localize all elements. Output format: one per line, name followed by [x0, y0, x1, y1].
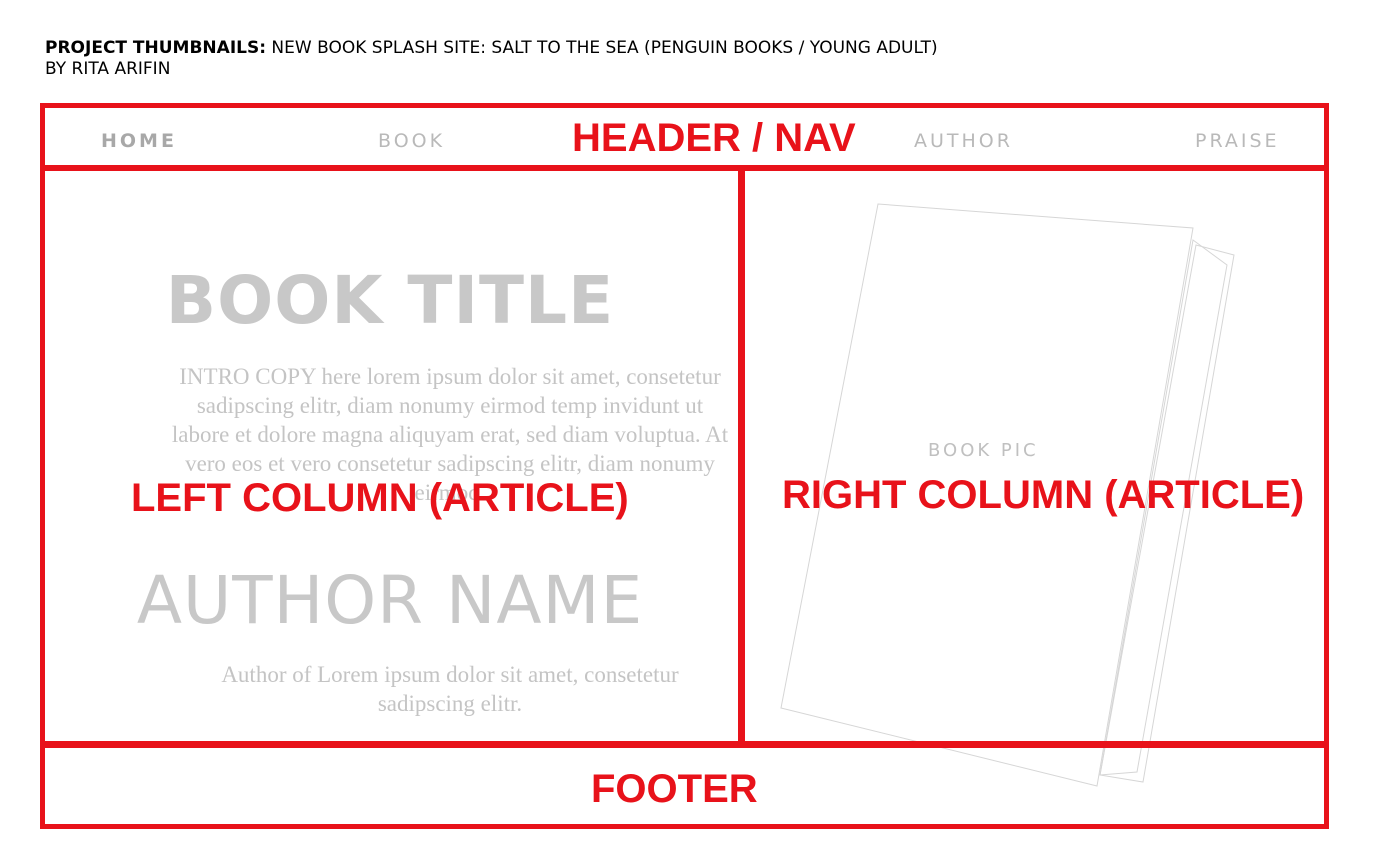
right-column-label: RIGHT COLUMN (ARTICLE): [782, 473, 1305, 517]
left-column-label: LEFT COLUMN (ARTICLE): [131, 476, 629, 520]
nav-item-book[interactable]: BOOK: [378, 130, 445, 152]
author-bio: Author of Lorem ipsum dolor sit amet, co…: [221, 662, 679, 716]
nav-item-home[interactable]: HOME: [101, 130, 177, 152]
book-pic-placeholder: BOOK PIC: [928, 440, 1039, 461]
book-title: BOOK TITLE: [165, 262, 615, 339]
author-name: AUTHOR NAME: [136, 562, 644, 639]
footer-label: FOOTER: [591, 767, 758, 811]
nav-item-praise[interactable]: PRAISE: [1195, 130, 1280, 152]
header-nav-label: HEADER / NAV: [572, 116, 856, 160]
nav-item-author[interactable]: AUTHOR: [914, 130, 1013, 152]
